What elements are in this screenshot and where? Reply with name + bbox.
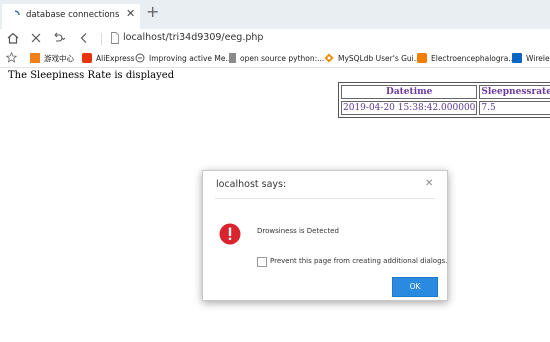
bookmark-label: AliExpress bbox=[96, 53, 135, 63]
tab-title: database connections bbox=[26, 10, 120, 20]
bookmark-improving[interactable]: Improving active Me... bbox=[135, 52, 233, 64]
table-cell-sleepnessrate: 7.5 bbox=[479, 101, 550, 115]
bookmark-electroencephalogram[interactable]: Electroencephalogra... bbox=[417, 52, 516, 64]
prevent-dialogs-label[interactable]: Prevent this page from creating addition… bbox=[270, 257, 447, 265]
aliexpress-icon bbox=[82, 53, 92, 63]
bookmarks-bar: 游戏中心 AliExpress Improving active Me... o… bbox=[0, 49, 550, 68]
bookmark-mysqldb[interactable]: MySQLdb User's Gui... bbox=[324, 52, 421, 64]
nav-divider bbox=[101, 33, 102, 45]
loading-icon bbox=[14, 10, 20, 16]
diamond-icon bbox=[324, 53, 334, 63]
bookmark-label: 游戏中心 bbox=[44, 53, 74, 63]
table-header-sleepnessrate: Sleepnessrate bbox=[479, 85, 550, 99]
page-icon bbox=[111, 32, 119, 44]
bookmark-label: Wireles bbox=[526, 53, 550, 63]
dialog-message: Drowsiness is Detected bbox=[257, 227, 339, 235]
bookmark-label: Improving active Me... bbox=[149, 53, 233, 63]
stop-icon[interactable] bbox=[29, 31, 43, 45]
table-row: 2019-04-20 15:38:42.000000 7.5 bbox=[341, 101, 550, 115]
sleepiness-table: Datetime Sleepnessrate 2019-04-20 15:38:… bbox=[338, 82, 550, 118]
bookmark-label: open source python:... bbox=[240, 53, 325, 63]
dialog-divider bbox=[215, 198, 435, 199]
undo-dropdown-icon[interactable] bbox=[51, 31, 65, 45]
close-icon[interactable]: ✕ bbox=[126, 7, 135, 20]
linkedin-icon bbox=[512, 53, 522, 63]
bookmark-label: MySQLdb User's Gui... bbox=[338, 53, 421, 63]
address-bar[interactable]: localhost/tri34d9309/eeg.php bbox=[123, 32, 263, 43]
document-icon bbox=[229, 53, 236, 63]
bookmark-aliexpress[interactable]: AliExpress bbox=[82, 52, 135, 64]
home-icon[interactable] bbox=[6, 31, 20, 45]
table-header-row: Datetime Sleepnessrate bbox=[341, 85, 550, 99]
bookmark-label: Electroencephalogra... bbox=[431, 53, 516, 63]
page-heading-text: The Sleepiness Rate is displayed bbox=[8, 70, 175, 81]
blogger-icon bbox=[417, 53, 427, 63]
bookmark-game-center[interactable]: 游戏中心 bbox=[30, 52, 74, 64]
star-icon[interactable] bbox=[6, 52, 17, 63]
bookmark-wireless[interactable]: Wireles bbox=[512, 52, 550, 64]
table-cell-datetime: 2019-04-20 15:38:42.000000 bbox=[341, 101, 478, 115]
close-icon[interactable]: ✕ bbox=[425, 178, 433, 189]
dialog-title: localhost says: bbox=[216, 179, 287, 190]
plus-icon[interactable]: + bbox=[146, 4, 159, 20]
page-icon bbox=[135, 53, 145, 63]
tab-strip: database connections ✕ + bbox=[0, 0, 550, 29]
back-icon[interactable] bbox=[77, 31, 91, 45]
navigation-bar: localhost/tri34d9309/eeg.php bbox=[0, 29, 550, 49]
table-header-datetime: Datetime bbox=[341, 85, 478, 99]
alert-dialog: localhost says: ✕ Drowsiness is Detected… bbox=[202, 170, 448, 301]
alert-icon bbox=[219, 223, 241, 245]
bookmark-open-source-python[interactable]: open source python:... bbox=[229, 52, 324, 64]
browser-tab[interactable]: database connections ✕ bbox=[2, 4, 140, 29]
ok-button[interactable]: OK bbox=[392, 277, 438, 297]
prevent-dialogs-checkbox[interactable] bbox=[257, 257, 267, 267]
game-center-icon bbox=[30, 53, 40, 63]
